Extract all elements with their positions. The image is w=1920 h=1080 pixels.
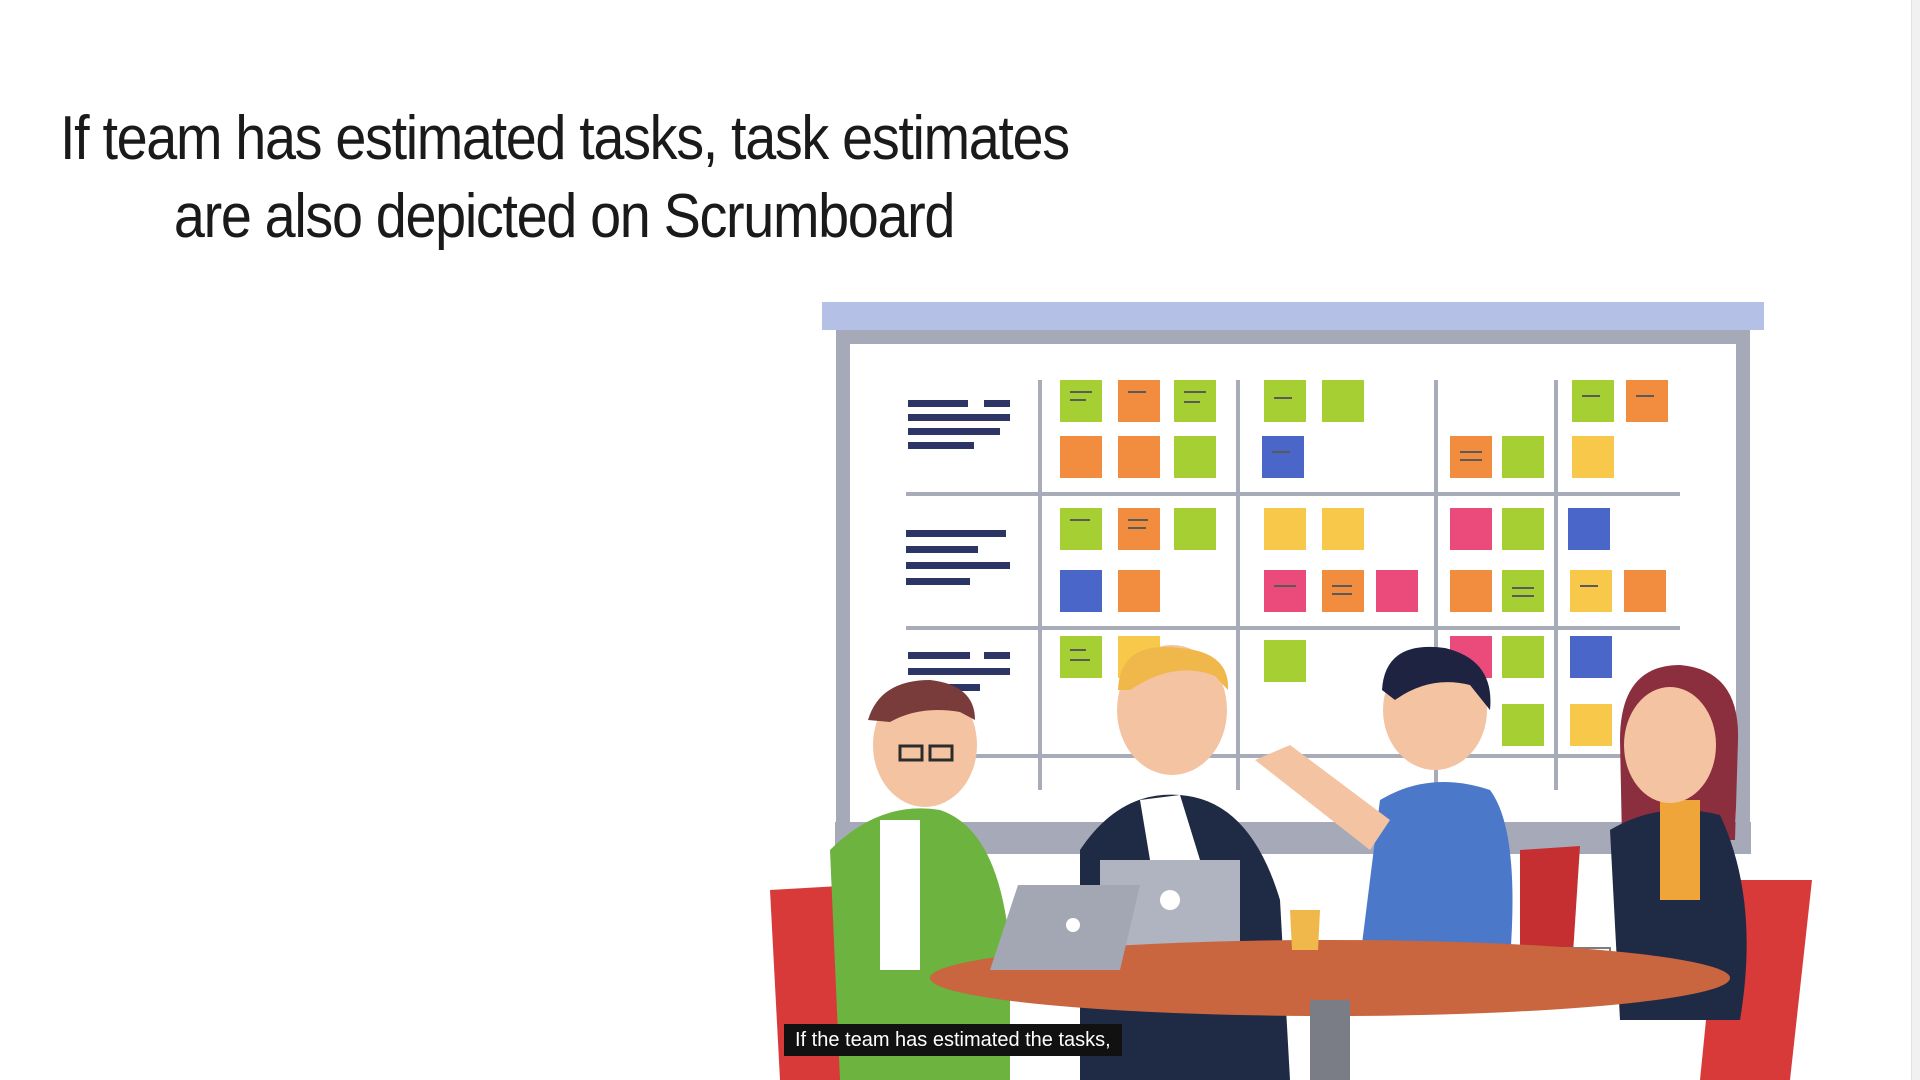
video-subtitle: If the team has estimated the tasks, [784,1024,1122,1056]
team-meeting-illustration [770,302,1812,1080]
